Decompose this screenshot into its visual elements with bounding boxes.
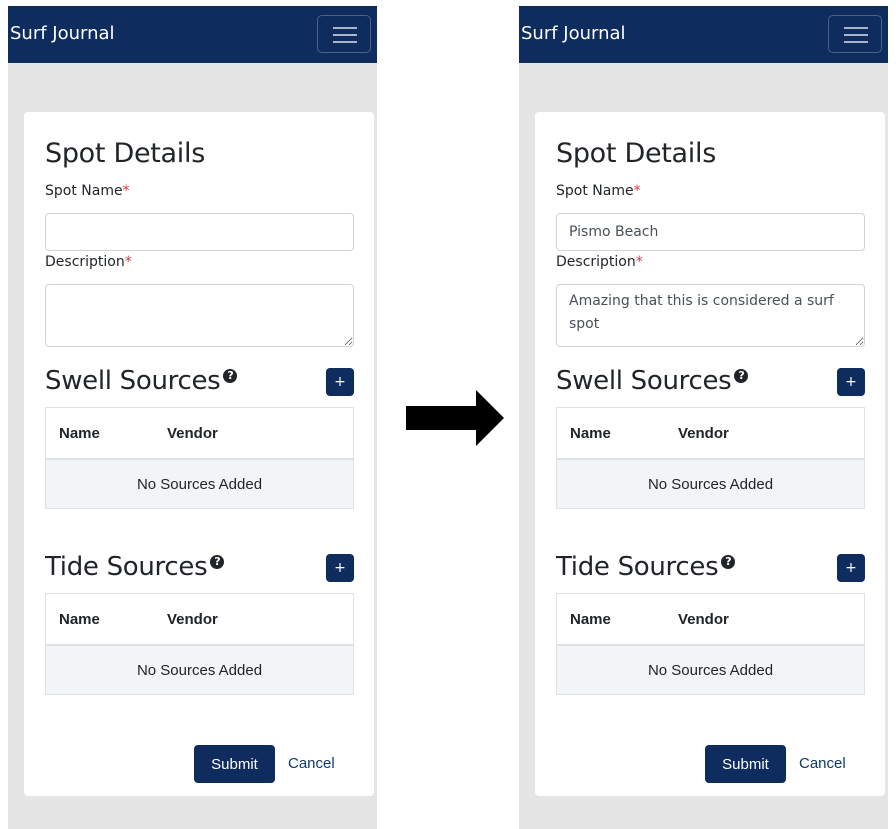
empty-sources-message: No Sources Added: [556, 644, 865, 695]
submit-button[interactable]: Submit: [705, 745, 786, 783]
add-swell-source-button[interactable]: +: [837, 368, 865, 396]
question-circle-icon[interactable]: ?: [721, 555, 736, 569]
vendor-column-header[interactable]: Vendor: [167, 593, 354, 646]
name-column-header[interactable]: Name: [556, 593, 678, 646]
vendor-column-header[interactable]: Vendor: [678, 593, 865, 646]
navbar: Surf Journal: [8, 6, 377, 63]
add-tide-source-button[interactable]: +: [837, 554, 865, 582]
question-circle-icon[interactable]: ?: [734, 369, 749, 383]
empty-sources-message: No Sources Added: [45, 644, 354, 695]
right-arrow-icon: [406, 390, 504, 446]
description-label: Description*: [45, 254, 132, 270]
submit-button[interactable]: Submit: [194, 745, 275, 783]
add-tide-source-button[interactable]: +: [326, 554, 354, 582]
required-mark: *: [633, 183, 641, 199]
name-column-header[interactable]: Name: [556, 407, 678, 460]
required-mark: *: [122, 183, 130, 199]
tide-sources-title: Tide Sources?: [45, 552, 225, 582]
spot-form-card: Spot Details Spot Name* Description* Swe…: [24, 112, 374, 796]
empty-sources-message: No Sources Added: [45, 458, 354, 509]
tide-sources-table: Name Vendor No Sources Added: [45, 593, 354, 695]
page-title: Spot Details: [556, 138, 716, 169]
required-mark: *: [124, 254, 132, 270]
swell-sources-title: Swell Sources?: [45, 366, 238, 396]
spot-form-card: Spot Details Spot Name* Description* Ama…: [535, 112, 885, 796]
hamburger-menu-icon[interactable]: [828, 15, 882, 53]
tide-sources-title: Tide Sources?: [556, 552, 736, 582]
form-actions: Submit Cancel: [535, 745, 885, 783]
cancel-link[interactable]: Cancel: [799, 755, 846, 772]
spot-name-label: Spot Name*: [556, 183, 641, 199]
tide-sources-table: Name Vendor No Sources Added: [556, 593, 865, 695]
brand-title[interactable]: Surf Journal: [521, 23, 626, 44]
description-input[interactable]: [45, 284, 354, 347]
page-title: Spot Details: [45, 138, 205, 169]
spot-name-input[interactable]: [556, 213, 865, 251]
description-input[interactable]: Amazing that this is considered a surf s…: [556, 284, 865, 347]
question-circle-icon[interactable]: ?: [210, 555, 225, 569]
swell-sources-title: Swell Sources?: [556, 366, 749, 396]
swell-sources-table: Name Vendor No Sources Added: [556, 407, 865, 509]
vendor-column-header[interactable]: Vendor: [678, 407, 865, 460]
navbar: Surf Journal: [519, 6, 888, 63]
hamburger-menu-icon[interactable]: [317, 15, 371, 53]
swell-sources-table: Name Vendor No Sources Added: [45, 407, 354, 509]
form-actions: Submit Cancel: [24, 745, 374, 783]
vendor-column-header[interactable]: Vendor: [167, 407, 354, 460]
name-column-header[interactable]: Name: [45, 407, 167, 460]
screen-before: Surf Journal Spot Details Spot Name* Des…: [8, 6, 377, 829]
empty-sources-message: No Sources Added: [556, 458, 865, 509]
cancel-link[interactable]: Cancel: [288, 755, 335, 772]
brand-title[interactable]: Surf Journal: [10, 23, 115, 44]
required-mark: *: [635, 254, 643, 270]
description-label: Description*: [556, 254, 643, 270]
question-circle-icon[interactable]: ?: [223, 369, 238, 383]
spot-name-label: Spot Name*: [45, 183, 130, 199]
screen-after: Surf Journal Spot Details Spot Name* Des…: [519, 6, 888, 829]
add-swell-source-button[interactable]: +: [326, 368, 354, 396]
name-column-header[interactable]: Name: [45, 593, 167, 646]
spot-name-input[interactable]: [45, 213, 354, 251]
